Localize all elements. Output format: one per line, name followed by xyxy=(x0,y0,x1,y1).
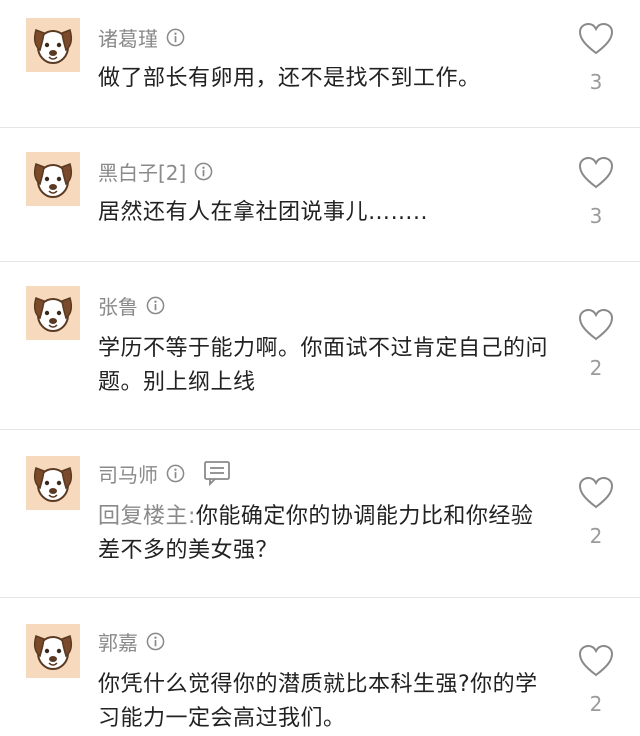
comment-author[interactable]: 张鲁 xyxy=(98,291,138,320)
dog-face-icon xyxy=(33,635,73,670)
avatar[interactable] xyxy=(26,624,80,678)
comment-author[interactable]: 黑白子[2] xyxy=(98,157,186,186)
info-circle-icon[interactable] xyxy=(146,632,165,651)
heart-outline-icon[interactable] xyxy=(578,156,614,190)
heart-outline-icon[interactable] xyxy=(578,476,614,510)
comment-item: 黑白子[2] 居然还有人在拿社团说事儿…….. 3 xyxy=(0,128,640,262)
avatar[interactable] xyxy=(26,18,80,72)
comment-text: 你凭什么觉得你的潜质就比本科生强?你的学习能力一定会高过我们。 xyxy=(98,672,538,731)
dog-face-icon xyxy=(33,467,73,502)
comment-text: 回复楼主:你能确定你的协调能力比和你经验差不多的美女强？ xyxy=(98,504,534,563)
reply-bubble-icon[interactable] xyxy=(203,460,231,486)
heart-outline-icon[interactable] xyxy=(578,644,614,678)
comment-author[interactable]: 郭嘉 xyxy=(98,627,138,656)
avatar[interactable] xyxy=(26,456,80,510)
comment-item: 诸葛瑾 做了部长有卵用，还不是找不到工作。 3 xyxy=(0,0,640,128)
dog-face-icon xyxy=(33,163,73,198)
info-circle-icon[interactable] xyxy=(194,162,213,181)
like-count: 3 xyxy=(589,204,603,228)
comment-text: 居然还有人在拿社团说事儿…….. xyxy=(98,200,428,225)
comment-item: 张鲁 学历不等于能力啊。你面试不过肯定自己的问题。别上纲上线 2 xyxy=(0,262,640,430)
info-circle-icon[interactable] xyxy=(166,28,185,47)
comment-item: 司马师 回复楼主:你能确定你的协调能力比和你经验差不多的美女强？ 2 xyxy=(0,430,640,598)
like-count: 2 xyxy=(589,692,603,716)
dog-face-icon xyxy=(33,297,73,332)
avatar[interactable] xyxy=(26,286,80,340)
comment-author[interactable]: 司马师 xyxy=(98,459,158,488)
comment-item: 郭嘉 你凭什么觉得你的潜质就比本科生强?你的学习能力一定会高过我们。 2 xyxy=(0,598,640,736)
dog-face-icon xyxy=(33,29,73,64)
info-circle-icon[interactable] xyxy=(166,464,185,483)
comment-author[interactable]: 诸葛瑾 xyxy=(98,23,158,52)
reply-prefix[interactable]: 回复楼主: xyxy=(98,504,196,529)
info-circle-icon[interactable] xyxy=(146,296,165,315)
like-count: 2 xyxy=(589,524,603,548)
heart-outline-icon[interactable] xyxy=(578,308,614,342)
heart-outline-icon[interactable] xyxy=(578,22,614,56)
comment-list: 诸葛瑾 做了部长有卵用，还不是找不到工作。 3 黑白子[2] 居然还有人在拿社团… xyxy=(0,0,640,736)
avatar[interactable] xyxy=(26,152,80,206)
comment-text: 做了部长有卵用，还不是找不到工作。 xyxy=(98,66,481,91)
comment-text: 学历不等于能力啊。你面试不过肯定自己的问题。别上纲上线 xyxy=(98,336,549,395)
like-count: 2 xyxy=(589,356,603,380)
like-count: 3 xyxy=(589,70,603,94)
